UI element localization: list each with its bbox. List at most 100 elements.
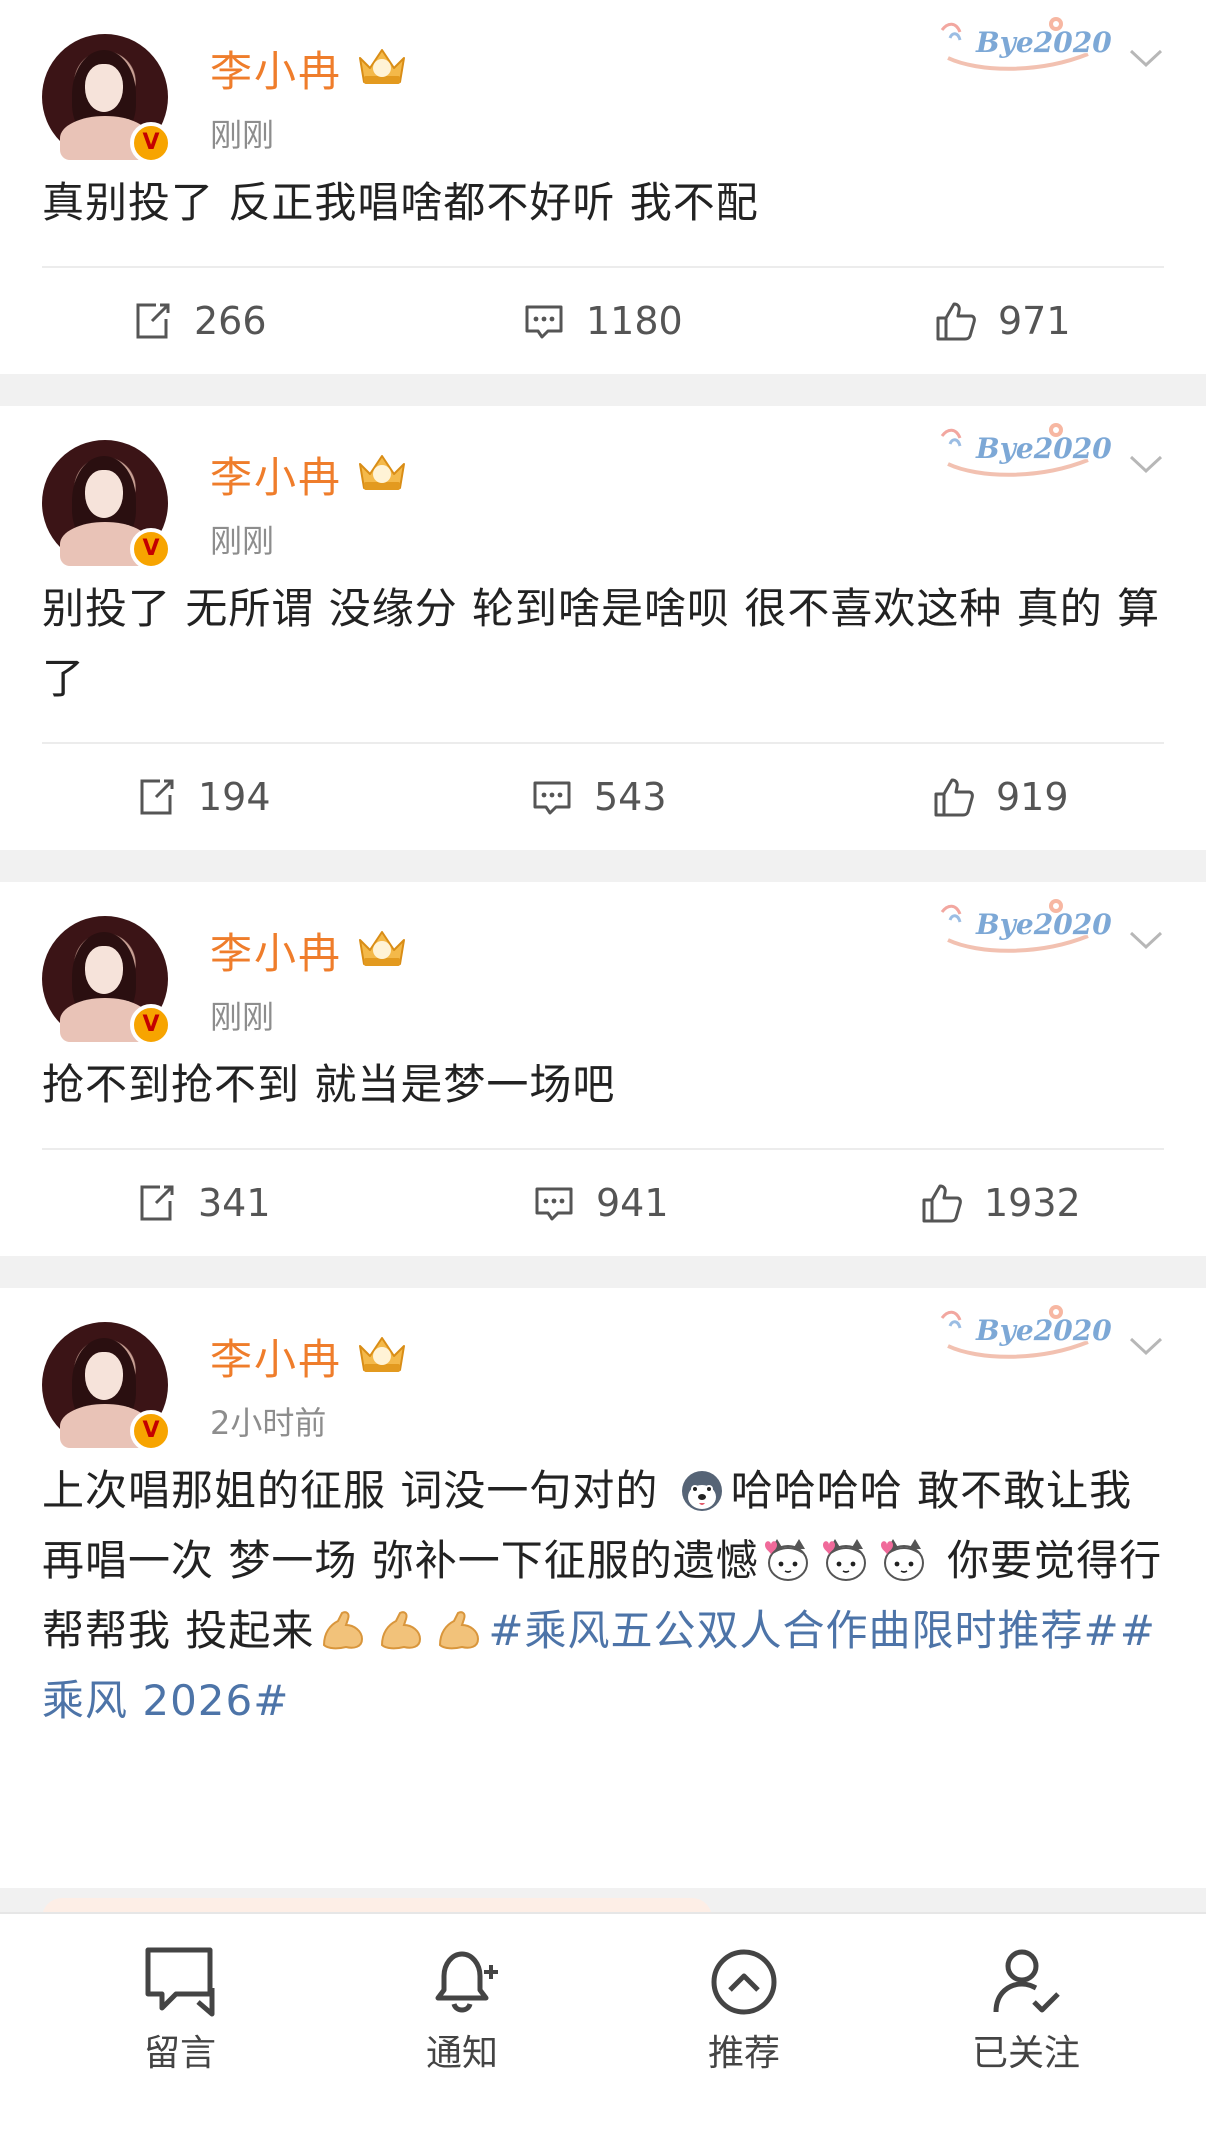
avatar-frame-badge: Bye2020	[938, 1302, 1112, 1366]
badge-frame-text: Bye2020	[976, 26, 1112, 59]
comment-count: 1180	[586, 299, 683, 343]
cat-heart-emoji-icon	[763, 1537, 813, 1583]
nav-label: 留言	[143, 2033, 216, 2074]
bell-plus-icon	[435, 1951, 498, 2013]
comment-icon	[522, 299, 566, 343]
avatar-frame-badge: Bye2020	[938, 420, 1112, 484]
post-text: 抢不到抢不到 就当是梦一场吧	[0, 1050, 1206, 1120]
badge-frame-text: Bye2020	[976, 432, 1112, 465]
thumbs-up-icon	[934, 299, 978, 343]
like-button[interactable]: 1932	[920, 1150, 1081, 1256]
post-text: 真别投了 反正我唱啥都不好听 我不配	[0, 168, 1206, 238]
thumbs-up-icon	[932, 775, 976, 819]
cat-heart-emoji-icon	[879, 1537, 929, 1583]
chevron-down-icon[interactable]	[1128, 452, 1164, 476]
like-button[interactable]: 971	[934, 268, 1071, 374]
comment-button[interactable]: 543	[530, 744, 667, 850]
post-text-body: 别投了 无所谓 没缘分 轮到啥是啥呗 很不喜欢这种 真的 算了	[42, 584, 1161, 703]
like-button[interactable]: 919	[932, 744, 1069, 850]
avatar-face	[85, 946, 123, 994]
avatar-face	[85, 1352, 123, 1400]
repost-icon	[134, 775, 178, 819]
post-card[interactable]: V 李小冉 刚刚 Bye2020 抢不到抢不到 就当是梦一场吧 341 941	[0, 882, 1206, 1256]
repost-button[interactable]: 266	[130, 268, 267, 374]
badge-frame-text: Bye2020	[976, 1314, 1112, 1347]
message-icon	[145, 1947, 215, 2017]
username[interactable]: 李小冉	[210, 444, 342, 505]
repost-count: 194	[198, 775, 271, 819]
comment-count: 543	[594, 775, 667, 819]
chevron-down-icon[interactable]	[1128, 928, 1164, 952]
repost-count: 266	[194, 299, 267, 343]
action-bar: 341 941 1932	[0, 1150, 1206, 1256]
repost-count: 341	[198, 1181, 271, 1225]
comment-button[interactable]: 941	[532, 1150, 669, 1256]
verified-badge-icon: V	[130, 1004, 172, 1046]
post-header: V 李小冉 刚刚 Bye2020	[0, 406, 1206, 574]
post-text-body: 抢不到抢不到 就当是梦一场吧	[42, 1060, 616, 1109]
chevron-down-icon[interactable]	[1128, 46, 1164, 70]
muscle-emoji-icon	[434, 1607, 484, 1653]
avatar-face	[85, 470, 123, 518]
post-header: V 李小冉 刚刚 Bye2020	[0, 0, 1206, 168]
nav-recommend[interactable]: 推荐	[644, 1944, 844, 2076]
nav-label: 已关注	[971, 2033, 1080, 2074]
post-card[interactable]: V 李小冉 2小时前 Bye2020 上次唱那姐的征服 词没一句对的 哈哈哈哈 …	[0, 1288, 1206, 1888]
post-header: V 李小冉 刚刚 Bye2020	[0, 882, 1206, 1050]
user-check-icon	[993, 1949, 1060, 2013]
post-time: 刚刚	[210, 116, 275, 154]
comment-icon	[532, 1181, 576, 1225]
repost-icon	[134, 1181, 178, 1225]
post-time: 刚刚	[210, 522, 275, 560]
badge-frame-text: Bye2020	[976, 908, 1112, 941]
nav-following[interactable]: 已关注	[926, 1944, 1126, 2076]
action-bar: 194 543 919	[0, 744, 1206, 850]
username[interactable]: 李小冉	[210, 1326, 342, 1387]
avatar[interactable]: V	[42, 34, 172, 164]
post-text-body: 上次唱那姐的征服 词没一句对的	[42, 1466, 659, 1515]
nav-message[interactable]: 留言	[80, 1944, 280, 2076]
vip-crown-icon[interactable]	[354, 1332, 410, 1376]
post-card[interactable]: V 李小冉 刚刚 Bye2020 别投了 无所谓 没缘分 轮到啥是啥呗 很不喜欢…	[0, 406, 1206, 850]
post-text-body: 真别投了 反正我唱啥都不好听 我不配	[42, 178, 759, 227]
nav-label: 推荐	[707, 2033, 780, 2074]
vip-crown-icon[interactable]	[354, 44, 410, 88]
like-count: 971	[998, 299, 1071, 343]
like-count: 1932	[984, 1181, 1081, 1225]
verified-badge-icon: V	[130, 528, 172, 570]
muscle-emoji-icon	[318, 1607, 368, 1653]
husky-emoji-icon	[677, 1467, 727, 1513]
repost-button[interactable]: 341	[134, 1150, 271, 1256]
verified-badge-icon: V	[130, 1410, 172, 1452]
nav-notifications[interactable]: 通知	[362, 1944, 562, 2076]
avatar[interactable]: V	[42, 1322, 172, 1452]
chevron-down-icon[interactable]	[1128, 1334, 1164, 1358]
avatar[interactable]: V	[42, 440, 172, 570]
comment-button[interactable]: 1180	[522, 268, 683, 374]
cat-heart-emoji-icon	[821, 1537, 871, 1583]
post-text: 别投了 无所谓 没缘分 轮到啥是啥呗 很不喜欢这种 真的 算了	[0, 574, 1206, 714]
muscle-emoji-icon	[376, 1607, 426, 1653]
verified-badge-icon: V	[130, 122, 172, 164]
username[interactable]: 李小冉	[210, 38, 342, 99]
post-card[interactable]: V 李小冉 刚刚 Bye2020 真别投了 反正我唱啥都不好听 我不配 266 …	[0, 0, 1206, 374]
comment-count: 941	[596, 1181, 669, 1225]
nav-label: 通知	[425, 2033, 498, 2074]
repost-icon	[130, 299, 174, 343]
comment-icon	[530, 775, 574, 819]
avatar-frame-badge: Bye2020	[938, 896, 1112, 960]
feed: V 李小冉 刚刚 Bye2020 真别投了 反正我唱啥都不好听 我不配 266 …	[0, 0, 1206, 1888]
bottom-nav: 留言 通知 推荐 已关注	[0, 1912, 1206, 2139]
post-time: 2小时前	[210, 1404, 327, 1442]
action-bar: 266 1180 971	[0, 268, 1206, 374]
like-count: 919	[996, 775, 1069, 819]
post-header: V 李小冉 2小时前 Bye2020	[0, 1288, 1206, 1456]
avatar-face	[85, 64, 123, 112]
vip-crown-icon[interactable]	[354, 450, 410, 494]
username[interactable]: 李小冉	[210, 920, 342, 981]
avatar[interactable]: V	[42, 916, 172, 1046]
avatar-frame-badge: Bye2020	[938, 14, 1112, 78]
vip-crown-icon[interactable]	[354, 926, 410, 970]
repost-button[interactable]: 194	[134, 744, 271, 850]
post-text: 上次唱那姐的征服 词没一句对的 哈哈哈哈 敢不敢让我再唱一次 梦一场 弥补一下征…	[0, 1456, 1206, 1736]
